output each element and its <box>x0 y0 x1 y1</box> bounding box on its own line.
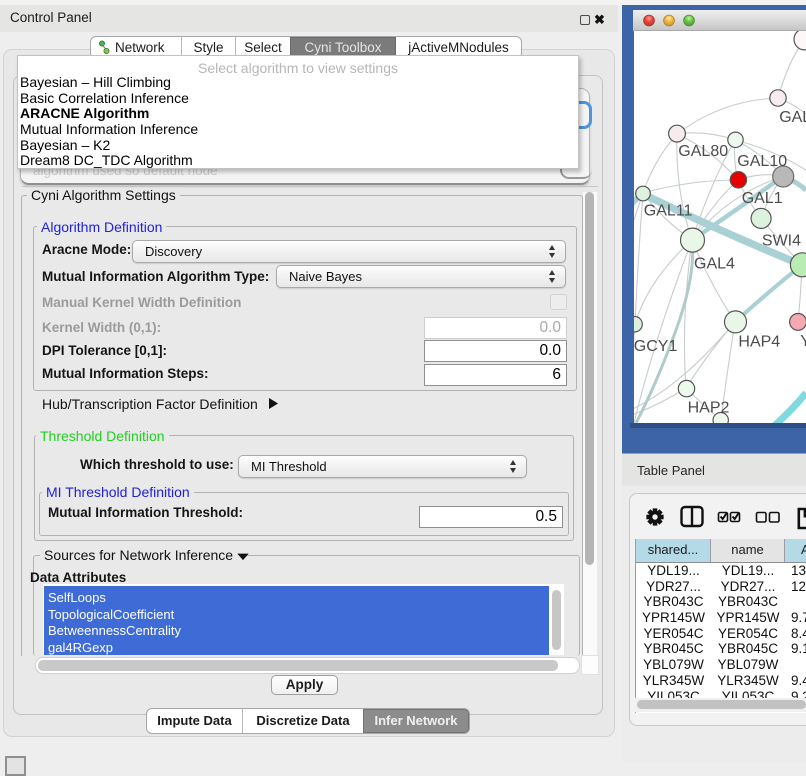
svg-text:GCY1: GCY1 <box>634 338 678 355</box>
svg-text:GAL7: GAL7 <box>779 109 806 126</box>
svg-text:Y: Y <box>800 333 806 350</box>
svg-text:HAP2: HAP2 <box>688 400 730 417</box>
svg-text:GAL1: GAL1 <box>742 190 783 207</box>
svg-text:GAL4: GAL4 <box>694 256 735 273</box>
svg-text:GAL10: GAL10 <box>737 153 787 170</box>
svg-text:HAP4: HAP4 <box>738 334 780 351</box>
svg-text:GAL11: GAL11 <box>644 203 693 220</box>
svg-text:SWI4: SWI4 <box>762 233 801 250</box>
svg-text:GAL80: GAL80 <box>678 143 728 160</box>
